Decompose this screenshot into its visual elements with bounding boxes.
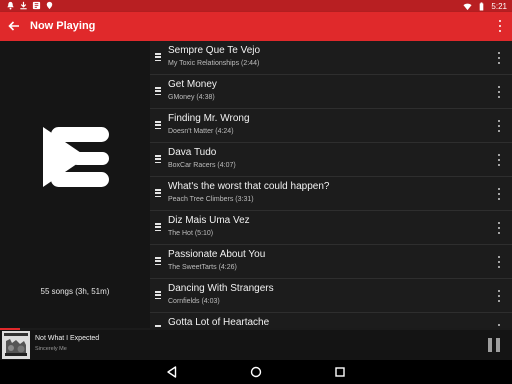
nav-recents-icon[interactable] [333,365,347,379]
back-arrow-icon[interactable] [6,18,22,34]
track-overflow-menu-icon[interactable] [498,52,502,64]
playlist-info-pane: 55 songs (3h, 51m) [0,41,150,328]
download-icon [20,1,27,10]
now-playing-title: Not What I Expected [35,335,100,342]
page-title: Now Playing [30,20,96,32]
drag-handle-icon[interactable] [155,121,161,129]
overflow-menu-icon[interactable] [499,20,503,32]
track-subtitle: The Hot (5:10) [168,230,214,237]
track-overflow-menu-icon[interactable] [498,120,502,132]
track-subtitle: GMoney (4:38) [168,94,215,101]
track-row[interactable]: Passionate About You The SweetTarts (4:26… [150,245,512,279]
track-title: Diz Mais Uma Vez [168,215,250,226]
status-bar: 5:21 [0,0,512,12]
notification-bell-icon [7,1,14,10]
drag-handle-icon[interactable] [155,223,161,231]
pause-icon[interactable] [488,338,500,352]
status-right-group: 5:21 [463,0,507,12]
track-overflow-menu-icon[interactable] [498,290,502,302]
track-overflow-menu-icon[interactable] [498,222,502,234]
app-notification-icon [32,1,41,10]
track-subtitle: Cornfields (4:03) [168,298,220,305]
app-bar: Now Playing [0,12,512,41]
drag-handle-icon[interactable] [155,87,161,95]
track-row[interactable]: Gotta Lot of Heartache [150,313,512,328]
system-nav-bar [0,360,512,384]
playlist-logo-icon [43,127,109,187]
drag-handle-icon[interactable] [155,53,161,61]
track-overflow-menu-icon[interactable] [498,256,502,268]
track-row[interactable]: Finding Mr. Wrong Doesn't Matter (4:24) [150,109,512,143]
track-row[interactable]: What's the worst that could happen? Peach… [150,177,512,211]
drag-handle-icon[interactable] [155,291,161,299]
drag-handle-icon[interactable] [155,257,161,265]
nav-back-icon[interactable] [165,365,179,379]
track-title: Sempre Que Te Vejo [168,45,261,56]
track-subtitle: The SweetTarts (4:26) [168,264,237,271]
track-row[interactable]: Dancing With Strangers Cornfields (4:03) [150,279,512,313]
drag-handle-icon[interactable] [155,189,161,197]
status-notification-icons [6,1,54,10]
track-subtitle: My Toxic Relationships (2:44) [168,60,260,67]
wifi-icon [463,3,472,10]
track-title: Get Money [168,79,217,90]
track-subtitle: Doesn't Matter (4:24) [168,128,234,135]
track-title: Finding Mr. Wrong [168,113,250,124]
track-row[interactable]: Get Money GMoney (4:38) [150,75,512,109]
now-playing-artist: Sincerely Me [35,346,67,352]
now-playing-bar[interactable]: Not What I Expected Sincerely Me [0,330,512,360]
track-row[interactable]: Dava Tudo BoxCar Racers (4:07) [150,143,512,177]
track-subtitle: BoxCar Racers (4:07) [168,162,236,169]
status-time: 5:21 [491,1,507,11]
nav-home-icon[interactable] [249,365,263,379]
battery-icon [480,1,484,11]
track-overflow-menu-icon[interactable] [498,86,502,98]
track-title: Passionate About You [168,249,266,260]
location-pin-icon [46,1,53,10]
track-overflow-menu-icon[interactable] [498,154,502,166]
track-row[interactable]: Diz Mais Uma Vez The Hot (5:10) [150,211,512,245]
track-list[interactable]: Sempre Que Te Vejo My Toxic Relationships… [150,41,512,328]
track-title: What's the worst that could happen? [168,181,330,192]
track-title: Gotta Lot of Heartache [168,317,270,328]
drag-handle-icon[interactable] [155,155,161,163]
track-row[interactable]: Sempre Que Te Vejo My Toxic Relationships… [150,41,512,75]
track-overflow-menu-icon[interactable] [498,188,502,200]
album-art[interactable] [2,331,30,359]
track-title: Dava Tudo [168,147,217,158]
track-subtitle: Peach Tree Climbers (3:31) [168,196,254,203]
song-count: 55 songs (3h, 51m) [40,287,110,296]
track-title: Dancing With Strangers [168,283,274,294]
